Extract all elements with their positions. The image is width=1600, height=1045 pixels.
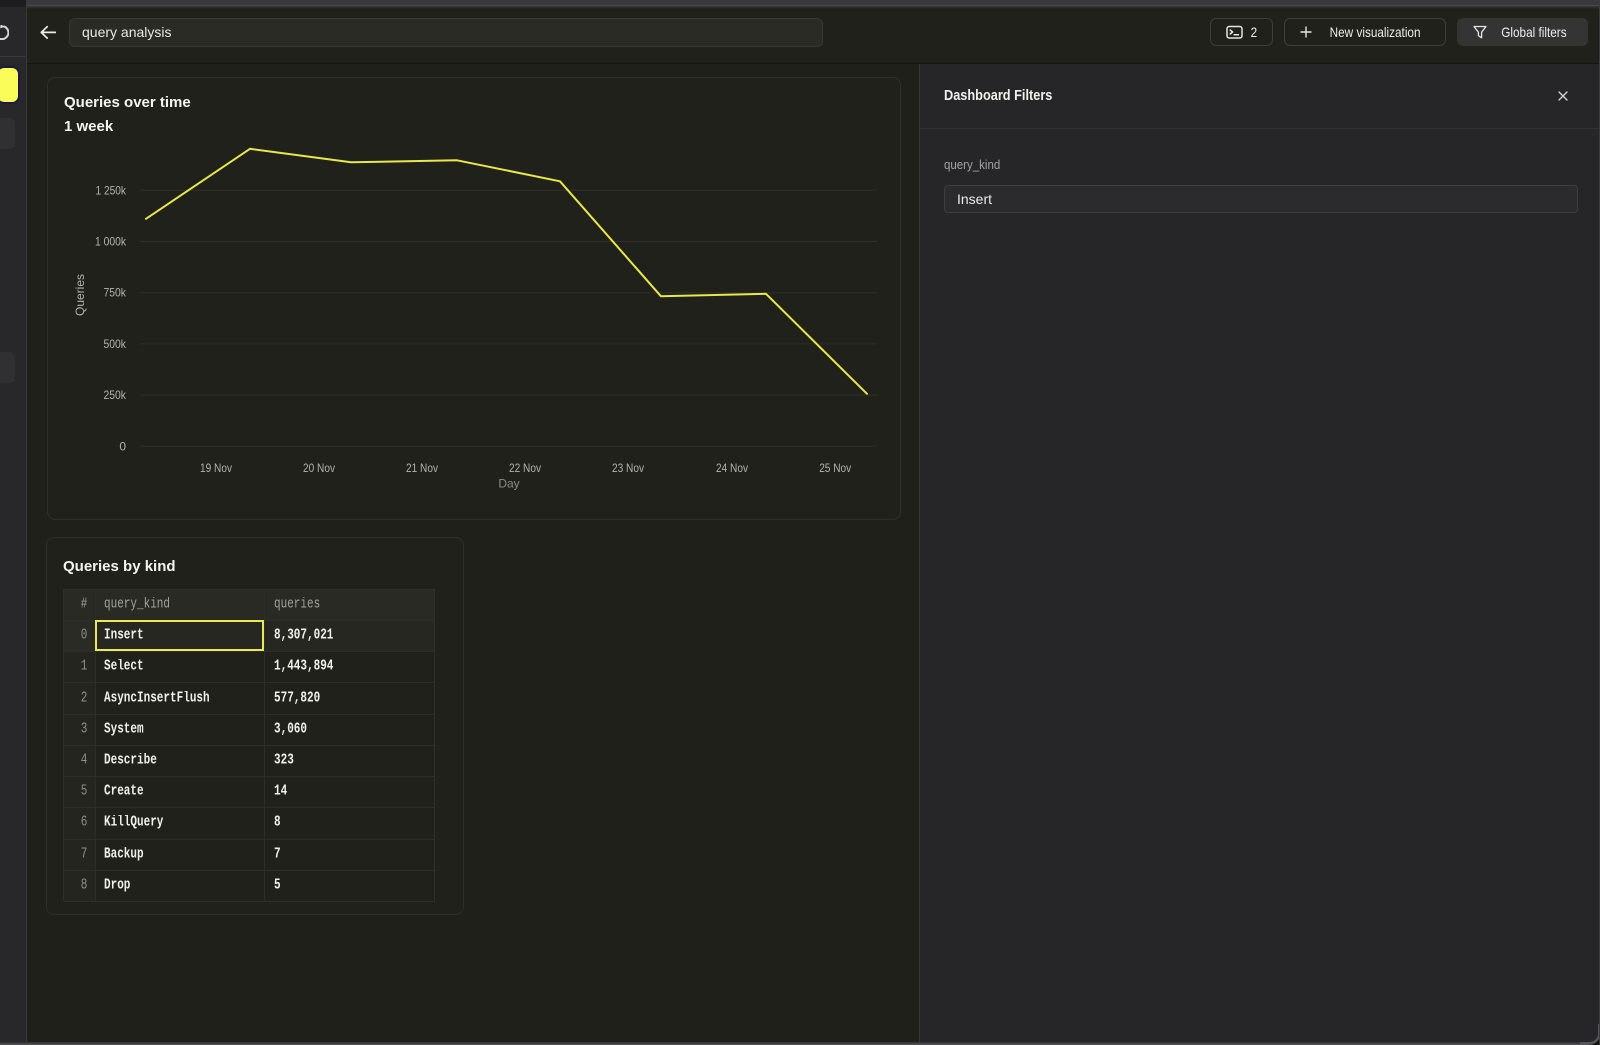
- svg-text:19 Nov: 19 Nov: [200, 461, 232, 475]
- svg-text:0: 0: [119, 439, 126, 453]
- svg-text:Day: Day: [498, 477, 519, 491]
- svg-text:24 Nov: 24 Nov: [716, 461, 748, 475]
- svg-text:500k: 500k: [104, 337, 127, 351]
- svg-text:25 Nov: 25 Nov: [819, 461, 851, 475]
- svg-text:20 Nov: 20 Nov: [303, 461, 335, 475]
- svg-text:23 Nov: 23 Nov: [612, 461, 644, 475]
- svg-text:750k: 750k: [104, 286, 127, 300]
- svg-text:21 Nov: 21 Nov: [406, 461, 438, 475]
- svg-text:1 000k: 1 000k: [95, 235, 127, 249]
- svg-text:250k: 250k: [104, 388, 127, 402]
- svg-text:1 250k: 1 250k: [96, 183, 127, 197]
- svg-text:Queries: Queries: [73, 274, 87, 316]
- svg-text:22 Nov: 22 Nov: [509, 461, 541, 475]
